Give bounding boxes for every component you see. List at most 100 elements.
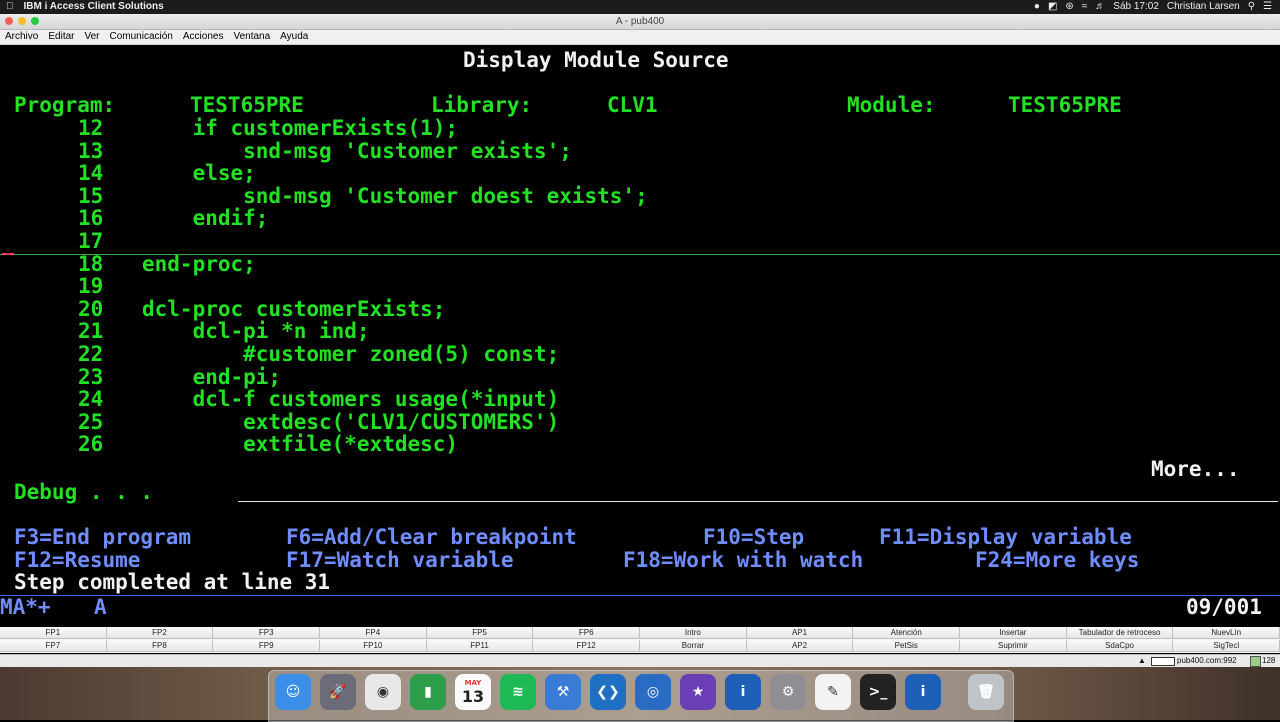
dock-vscode-icon[interactable]: ❮❯ (590, 674, 626, 710)
keypad-button-fp12[interactable]: FP12 (533, 640, 641, 652)
keypad-button-ap2[interactable]: AP2 (746, 640, 854, 652)
window-title: A - pub400 (615, 16, 665, 27)
keypad-button-petsis[interactable]: PetSis (853, 640, 961, 652)
list-icon[interactable]: ☰ (1263, 0, 1272, 14)
fkey-f18[interactable]: F18=Work with watch (623, 549, 863, 571)
keypad-button-fp5[interactable]: FP5 (426, 627, 534, 639)
menu-acciones[interactable]: Acciones (178, 30, 229, 44)
headphones-icon[interactable]: ◩ (1048, 0, 1057, 14)
wifi-icon[interactable]: ≈ (1082, 0, 1088, 14)
keypad-button-fp9[interactable]: FP9 (213, 640, 321, 652)
debug-input-field[interactable] (238, 501, 1278, 502)
dock-finder-icon[interactable]: ☺ (275, 674, 311, 710)
terminal-screen[interactable]: Display Module Source Program: TEST65PRE… (0, 45, 1280, 627)
keypad-button-fp10[interactable]: FP10 (320, 640, 427, 652)
dock-launchpad-icon[interactable]: 🚀 (320, 674, 356, 710)
source-line-number: 19 (78, 274, 104, 298)
app-name[interactable]: IBM i Access Client Solutions (24, 0, 164, 14)
module-label: Module: (847, 93, 936, 117)
keypad-button-fp2[interactable]: FP2 (106, 627, 214, 639)
keypad-button-atenci-n[interactable]: Atención (853, 627, 961, 639)
menu-ver[interactable]: Ver (79, 30, 104, 44)
source-line-number: 26 (78, 432, 104, 456)
keypad-button-fp7[interactable]: FP7 (0, 640, 107, 652)
keypad-button-insertar[interactable]: Insertar (960, 627, 1067, 639)
dock-xcode-icon[interactable]: ⚒ (545, 674, 581, 710)
calendar-month: MAY (464, 678, 482, 687)
dock-trash-icon[interactable]: 🗑 (968, 674, 1004, 710)
dock-system-preferences-icon[interactable]: ⚙ (770, 674, 806, 710)
fkey-f10[interactable]: F10=Step (703, 526, 804, 548)
cursor-position: 09/001 (1186, 595, 1262, 619)
fkey-f3[interactable]: F3=End program (14, 526, 191, 548)
oia-separator (0, 595, 1280, 596)
mac-menu-bar:  IBM i Access Client Solutions ● ◩ ⊛ ≈ … (0, 0, 1280, 14)
keypad-button-suprimir[interactable]: Suprimir (960, 640, 1067, 652)
source-line-code: dcl-pi *n ind; (142, 319, 370, 343)
keypad-button-fp4[interactable]: FP4 (320, 627, 427, 639)
status-bar: ▲ pub400.com:992 128 (0, 654, 1280, 667)
debug-label: Debug . . . (14, 480, 154, 504)
keypad-button-sigtecl[interactable]: SigTecl (1173, 640, 1280, 652)
record-icon[interactable]: ● (1034, 0, 1040, 14)
source-line-code: extfile(*extdesc) (142, 432, 459, 456)
menu-ayuda[interactable]: Ayuda (275, 30, 313, 44)
dock-chrome-icon[interactable]: ◉ (365, 674, 401, 710)
breakpoint-marker (2, 253, 14, 255)
current-line-separator (0, 254, 1280, 255)
menu-ventana[interactable]: Ventana (228, 30, 275, 44)
keypad-button-ap1[interactable]: AP1 (746, 627, 854, 639)
status-message: Step completed at line 31 (14, 570, 331, 594)
source-line-number: 25 (78, 410, 104, 434)
menu-archivo[interactable]: Archivo (0, 30, 43, 44)
source-line-code: dcl-f customers usage(*input) (142, 387, 560, 411)
dock-imovie-icon[interactable]: ★ (680, 674, 716, 710)
window-title-bar: A - pub400 (0, 14, 1280, 30)
fkey-f11[interactable]: F11=Display variable (879, 526, 1132, 548)
fkey-f6[interactable]: F6=Add/Clear breakpoint (286, 526, 577, 548)
dock-numbers-icon[interactable]: ▮ (410, 674, 446, 710)
scroll-up-icon[interactable]: ▲ (1138, 655, 1146, 667)
keypad-button-fp1[interactable]: FP1 (0, 627, 107, 639)
dock-calendar-icon[interactable]: MAY 13 (455, 674, 491, 710)
source-line-number: 17 (78, 229, 104, 253)
keypad-row-1: FP1 FP2 FP3 FP4 FP5 FP6 Intro AP1 Atención Insert… (0, 627, 1280, 639)
search-icon[interactable]: ⚲ (1248, 0, 1255, 14)
keypad-button-nuevl-n[interactable]: NuevLín (1173, 627, 1280, 639)
keypad-button-tabulador-de-retroceso[interactable]: Tabulador de retroceso (1066, 627, 1174, 639)
connection-icon (1151, 657, 1175, 666)
user-name[interactable]: Christian Larsen (1167, 0, 1240, 14)
screen-title: Display Module Source (463, 48, 729, 72)
keypad-button-fp6[interactable]: FP6 (533, 627, 641, 639)
keypad-button-fp8[interactable]: FP8 (106, 640, 214, 652)
status-extra: 128 (1262, 656, 1276, 665)
keypad-button-sdacpo[interactable]: SdaCpo (1066, 640, 1174, 652)
volume-icon[interactable]: ♬ (1095, 0, 1105, 14)
keypad-row-2: FP7 FP8 FP9 FP10 FP11 FP12 Borrar AP2 PetSis Supr… (0, 640, 1280, 652)
clock[interactable]: Sáb 17:02 (1113, 0, 1159, 14)
keypad-button-fp3[interactable]: FP3 (213, 627, 321, 639)
keypad-button-borrar[interactable]: Borrar (640, 640, 747, 652)
network-icon[interactable]: ⊛ (1065, 0, 1073, 14)
dock-terminal-icon[interactable]: >_ (860, 674, 896, 710)
source-line-number: 14 (78, 161, 104, 185)
menu-editar[interactable]: Editar (43, 30, 79, 44)
source-line-number: 21 (78, 319, 104, 343)
source-line-code: endif; (142, 206, 269, 230)
library-value: CLV1 (607, 93, 658, 117)
source-line-code: snd-msg 'Customer exists'; (142, 139, 572, 163)
fkey-f17[interactable]: F17=Watch variable (286, 549, 514, 571)
keypad-button-fp11[interactable]: FP11 (426, 640, 534, 652)
menu-comunicacion[interactable]: Comunicación (105, 30, 178, 44)
oia-mode: A (94, 595, 107, 619)
dock-textedit-icon[interactable]: ✎ (815, 674, 851, 710)
dock-ibm-i-acs-icon[interactable]: ◎ (635, 674, 671, 710)
keypad-button-intro[interactable]: Intro (640, 627, 747, 639)
fkey-f24[interactable]: F24=More keys (975, 549, 1139, 571)
apple-icon[interactable]:  (6, 0, 14, 14)
dock-spotify-icon[interactable]: ≋ (500, 674, 536, 710)
dock-ibm-i-icon[interactable]: i (725, 674, 761, 710)
dock-ibm-i-2-icon[interactable]: i (905, 674, 941, 710)
fkey-f12[interactable]: F12=Resume (14, 549, 140, 571)
oia-status: MA*+ (0, 595, 51, 619)
